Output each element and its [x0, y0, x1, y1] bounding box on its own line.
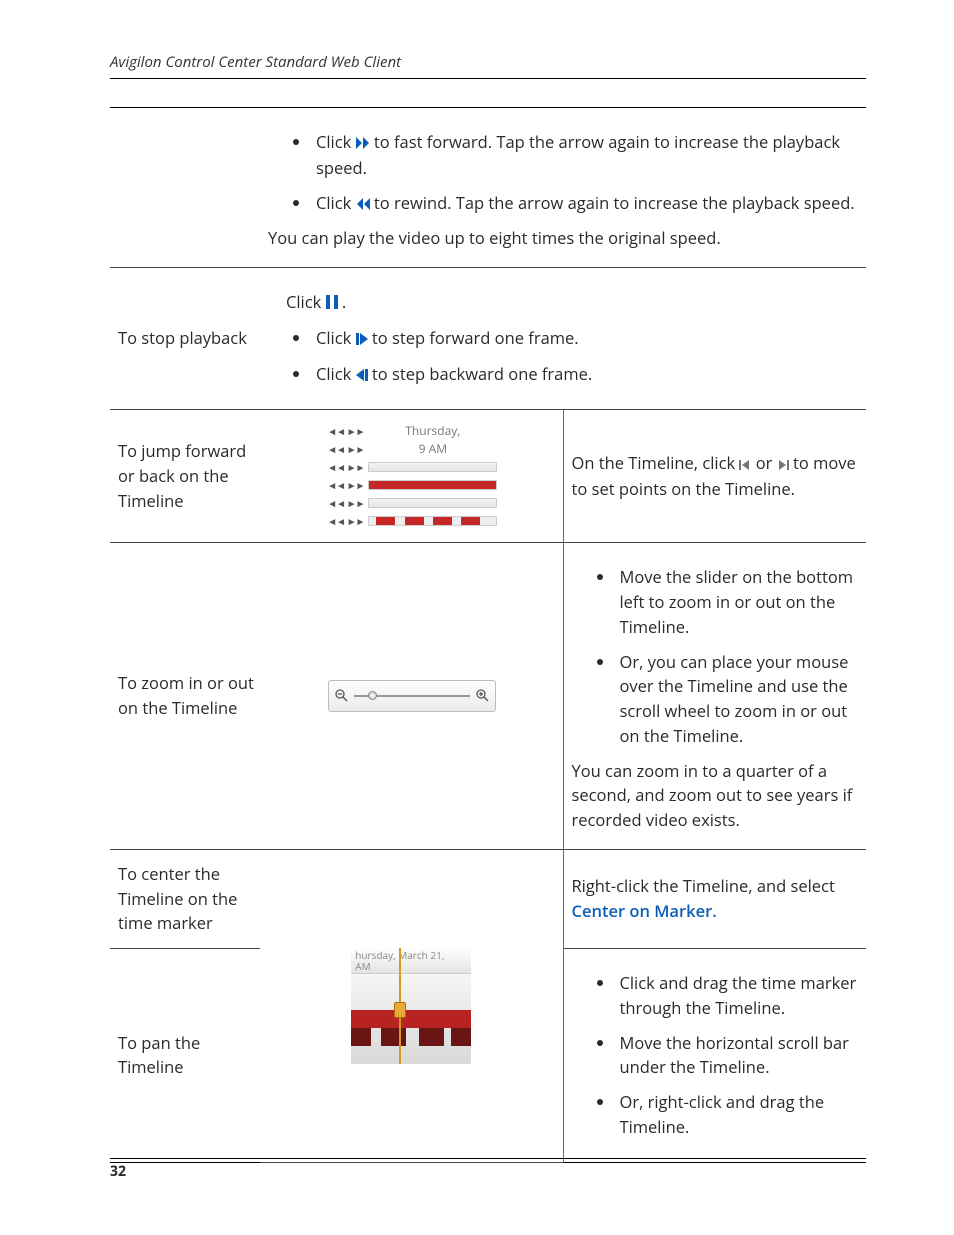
- list-item: Or, you can place your mouse over the Ti…: [616, 650, 861, 749]
- text: to fast forward. Tap the arrow again to …: [316, 130, 840, 179]
- row-graphic: [260, 543, 563, 850]
- list-item: Click to step backward one frame.: [312, 362, 860, 388]
- row-description: Move the slider on the bottom left to zo…: [563, 543, 866, 850]
- text: to step backward one frame.: [372, 362, 592, 385]
- thumb-am: AM: [355, 959, 370, 973]
- text: to rewind. Tap the arrow again to increa…: [374, 191, 855, 214]
- zoom-out-icon: [335, 684, 348, 709]
- time-marker-thumbnail: hursday, March 21, AM: [351, 948, 471, 1064]
- table-row: To jump forward or back on the Timeline …: [110, 410, 866, 543]
- text: Click: [316, 326, 356, 349]
- list-item: Or, right-click and drag the Timeline.: [616, 1090, 861, 1140]
- row-label: To stop playback: [110, 268, 260, 410]
- page-number: 32: [110, 1162, 126, 1181]
- jump-forward-icon: [777, 452, 789, 477]
- footer-rule: [110, 1158, 866, 1159]
- timeline-thumbnail: ◄◄ ►►Thursday, ◄◄ ►►9 AM ◄◄ ►► ◄◄ ►► ◄◄ …: [327, 422, 497, 530]
- row-label: To pan the Timeline: [110, 949, 260, 1163]
- row-label: [110, 108, 260, 268]
- table-row: Click to fast forward. Tap the arrow aga…: [110, 108, 866, 268]
- text: Click: [316, 362, 356, 385]
- table-row: To zoom in or out on the Timeline Move t…: [110, 543, 866, 850]
- text: Right-click the Timeline, and select: [572, 874, 835, 897]
- text: to step forward one frame.: [372, 326, 579, 349]
- row-description: Click . Click to step forward one frame.: [260, 268, 866, 410]
- fast-forward-icon: [356, 131, 370, 156]
- row-graphic: hursday, March 21, AM: [260, 849, 563, 1162]
- text: .: [342, 290, 346, 313]
- list-item: Move the horizontal scroll bar under the…: [616, 1031, 861, 1081]
- jump-back-icon: [739, 452, 751, 477]
- step-backward-icon: [356, 363, 368, 388]
- zoom-slider-thumbnail: [328, 680, 496, 713]
- instructions-table: Click to fast forward. Tap the arrow aga…: [110, 107, 866, 1163]
- text: Click: [286, 290, 326, 313]
- text: Click: [316, 130, 356, 153]
- table-row: To stop playback Click . Click t: [110, 268, 866, 410]
- table-row: To center the Timeline on the time marke…: [110, 849, 866, 948]
- list-item: Click and drag the time marker through t…: [616, 971, 861, 1021]
- text: or: [756, 451, 777, 474]
- row-description: Click to fast forward. Tap the arrow aga…: [260, 108, 866, 268]
- zoom-in-icon: [476, 684, 489, 709]
- menu-command-link: Center on Marker.: [572, 899, 717, 922]
- list-item: Move the slider on the bottom left to zo…: [616, 565, 861, 639]
- note-text: You can zoom in to a quarter of a second…: [572, 759, 861, 833]
- row-label: To center the Timeline on the time marke…: [110, 849, 260, 948]
- list-item: Click to step forward one frame.: [312, 326, 860, 352]
- row-label: To zoom in or out on the Timeline: [110, 543, 260, 850]
- row-description: On the Timeline, click or to move to set…: [563, 410, 866, 543]
- list-item: Click to rewind. Tap the arrow again to …: [312, 191, 860, 217]
- row-description: Right-click the Timeline, and select Cen…: [563, 849, 866, 948]
- row-graphic: ◄◄ ►►Thursday, ◄◄ ►►9 AM ◄◄ ►► ◄◄ ►► ◄◄ …: [260, 410, 563, 543]
- row-description: Click and drag the time marker through t…: [563, 949, 866, 1163]
- rewind-icon: [356, 192, 370, 217]
- text: Click: [316, 191, 356, 214]
- pause-icon: [326, 291, 338, 316]
- list-item: Click to fast forward. Tap the arrow aga…: [312, 130, 860, 181]
- row-label: To jump forward or back on the Timeline: [110, 410, 260, 543]
- text: On the Timeline, click: [572, 451, 740, 474]
- note-text: You can play the video up to eight times…: [268, 226, 860, 251]
- step-forward-icon: [356, 327, 368, 352]
- running-header: Avigilon Control Center Standard Web Cli…: [110, 52, 866, 78]
- header-rule: [110, 78, 866, 79]
